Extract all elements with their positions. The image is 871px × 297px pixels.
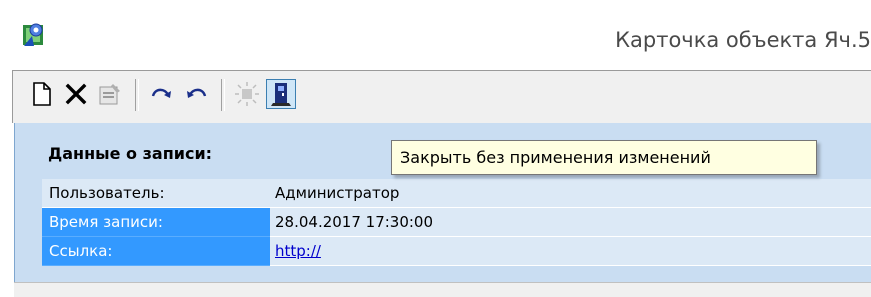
panel-bottom-edge (14, 282, 871, 297)
record-value: 28.04.2017 17:30:00 (270, 208, 871, 237)
record-value: http:// (270, 237, 871, 266)
record-row-time[interactable]: Время записи: 28.04.2017 17:30:00 (42, 208, 871, 237)
delete-icon (65, 83, 87, 105)
record-row-user[interactable]: Пользователь: Администратор (42, 179, 871, 208)
apply-button[interactable] (232, 79, 262, 109)
delete-button[interactable] (61, 79, 91, 109)
record-label: Время записи: (42, 208, 270, 237)
record-value: Администратор (270, 179, 871, 208)
apply-icon (235, 82, 259, 106)
record-label: Ссылка: (42, 237, 270, 266)
record-link[interactable]: http:// (275, 242, 321, 260)
record-row-link[interactable]: Ссылка: http:// (42, 237, 871, 266)
new-document-button[interactable] (27, 79, 57, 109)
toolbar-separator (221, 79, 225, 111)
properties-icon (99, 84, 120, 105)
title-bar: Карточка объекта Яч.5 (0, 0, 871, 70)
properties-button[interactable] (95, 79, 125, 109)
undo-button[interactable] (181, 79, 211, 109)
undo-icon (187, 88, 207, 98)
record-label: Пользователь: (42, 179, 270, 208)
new-document-icon (33, 82, 51, 106)
app-icon (22, 22, 48, 48)
toolbar-separator (135, 79, 139, 111)
window-title: Карточка объекта Яч.5 (615, 28, 871, 52)
redo-icon (151, 88, 171, 98)
toolbar (12, 70, 871, 123)
close-discard-icon (271, 83, 291, 106)
close-without-apply-button[interactable] (266, 79, 296, 109)
redo-button[interactable] (147, 79, 177, 109)
section-title: Данные о записи: (48, 144, 213, 163)
tooltip: Закрыть без применения изменений (391, 140, 817, 175)
